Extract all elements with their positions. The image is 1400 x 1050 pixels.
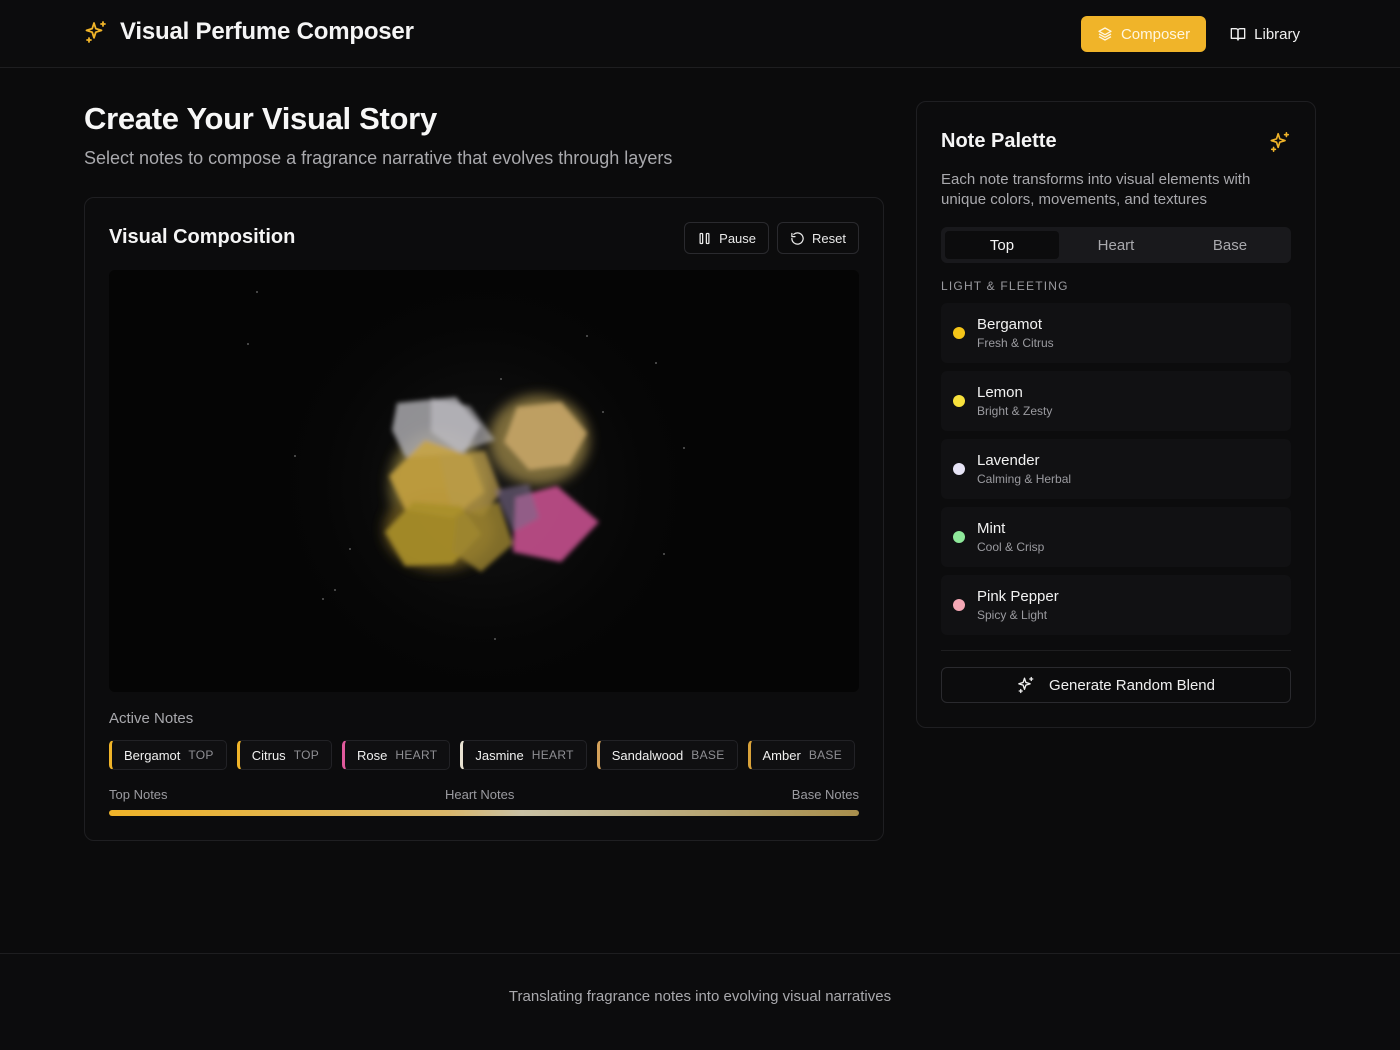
chip-tier: BASE [808, 748, 843, 762]
note-name: Bergamot [977, 316, 1043, 333]
chip-name: Bergamot [124, 747, 181, 763]
palette-title: Note Palette [941, 130, 1057, 152]
composition-card: Visual Composition Pause Reset Active No… [84, 197, 884, 841]
composition-actions: Pause Reset [684, 222, 859, 254]
nav-library-button[interactable]: Library [1214, 16, 1316, 52]
generate-random-blend-button[interactable]: Generate Random Blend [941, 667, 1291, 703]
progress-labels: Top Notes Heart Notes Base Notes [109, 787, 859, 802]
sparkles-icon [1270, 132, 1290, 152]
note-desc: Bright & Zesty [977, 404, 1053, 418]
app-title: Visual Perfume Composer [120, 18, 414, 45]
note-item-lemon[interactable]: Lemon Bright & Zesty [941, 371, 1291, 431]
note-name: Pink Pepper [977, 588, 1059, 605]
palette-description: Each note transforms into visual element… [941, 171, 1251, 208]
note-item-bergamot[interactable]: Bergamot Fresh & Citrus [941, 303, 1291, 363]
note-tier-tabs: Top Heart Base [941, 227, 1291, 263]
chip-tier: HEART [395, 748, 438, 762]
active-note-chip[interactable]: Rose HEART [342, 740, 451, 770]
chip-name: Rose [357, 747, 388, 763]
note-name: Lavender [977, 452, 1040, 469]
active-note-chip[interactable]: Citrus TOP [236, 740, 333, 770]
note-name: Mint [977, 520, 1006, 537]
generate-label: Generate Random Blend [1049, 676, 1215, 694]
chip-name: Citrus [251, 747, 286, 763]
note-name: Lemon [977, 384, 1023, 401]
tab-heart[interactable]: Heart [1059, 231, 1173, 259]
nav-library-label: Library [1254, 25, 1300, 43]
chip-tier: TOP [293, 748, 320, 762]
note-list: Bergamot Fresh & Citrus Lemon Bright & Z… [941, 303, 1291, 643]
visual-canvas[interactable] [109, 270, 859, 692]
evolution-progress-bar [109, 810, 859, 816]
reset-label: Reset [812, 230, 846, 246]
note-desc: Cool & Crisp [977, 540, 1045, 554]
chip-name: Amber [762, 747, 801, 763]
chip-name: Jasmine [475, 747, 524, 763]
palette-divider [941, 650, 1291, 651]
note-desc: Calming & Herbal [977, 472, 1072, 486]
note-color-dot [953, 463, 965, 475]
pause-label: Pause [719, 230, 757, 246]
sparkles-icon [85, 21, 106, 43]
book-open-icon [1230, 28, 1246, 41]
progress-label-base: Base Notes [791, 787, 859, 802]
progress-label-top: Top Notes [109, 787, 168, 802]
tab-base[interactable]: Base [1173, 231, 1287, 259]
nav-composer-label: Composer [1120, 25, 1191, 43]
tab-top[interactable]: Top [945, 231, 1059, 259]
composition-title: Visual Composition [109, 226, 296, 248]
sparkles-icon [1018, 676, 1034, 694]
note-desc: Spicy & Light [977, 608, 1048, 622]
app-footer: Translating fragrance notes into evolvin… [0, 953, 1400, 1050]
nav-composer-button[interactable]: Composer [1080, 16, 1207, 52]
page-subtitle: Select notes to compose a fragrance narr… [84, 148, 673, 168]
active-note-chip[interactable]: Jasmine HEART [460, 740, 587, 770]
note-color-dot [953, 599, 965, 611]
page-title: Create Your Visual Story [84, 101, 437, 136]
chip-tier: HEART [531, 748, 574, 762]
reset-button[interactable]: Reset [777, 222, 859, 254]
app-header: Visual Perfume Composer Composer Library [0, 0, 1400, 68]
active-note-chip[interactable]: Sandalwood BASE [596, 740, 738, 770]
rotate-ccw-icon [791, 231, 804, 245]
footer-text: Translating fragrance notes into evolvin… [508, 988, 892, 1005]
note-color-dot [953, 327, 965, 339]
note-item-pink-pepper[interactable]: Pink Pepper Spicy & Light [941, 575, 1291, 635]
pause-icon [699, 232, 710, 244]
note-item-lavender[interactable]: Lavender Calming & Herbal [941, 439, 1291, 499]
note-palette-card: Note Palette Each note transforms into v… [916, 101, 1316, 728]
note-desc: Fresh & Citrus [977, 336, 1054, 350]
brand: Visual Perfume Composer [84, 18, 414, 46]
composition-visual [247, 270, 704, 692]
active-note-chip[interactable]: Bergamot TOP [109, 740, 227, 770]
pause-button[interactable]: Pause [684, 222, 770, 254]
active-notes-label: Active Notes [109, 710, 194, 727]
progress-label-heart: Heart Notes [444, 787, 515, 802]
main-nav: Composer Library [1080, 16, 1316, 52]
active-note-chip[interactable]: Amber BASE [747, 740, 856, 770]
note-item-mint[interactable]: Mint Cool & Crisp [941, 507, 1291, 567]
chip-tier: BASE [691, 748, 725, 762]
note-color-dot [953, 531, 965, 543]
chip-tier: TOP [188, 748, 214, 762]
layers-icon [1098, 27, 1112, 41]
section-label: LIGHT & FLEETING [941, 279, 1069, 293]
active-notes-list: Bergamot TOP Citrus TOP Rose HEART Jasmi… [109, 740, 856, 770]
note-color-dot [953, 395, 965, 407]
chip-name: Sandalwood [611, 747, 684, 763]
